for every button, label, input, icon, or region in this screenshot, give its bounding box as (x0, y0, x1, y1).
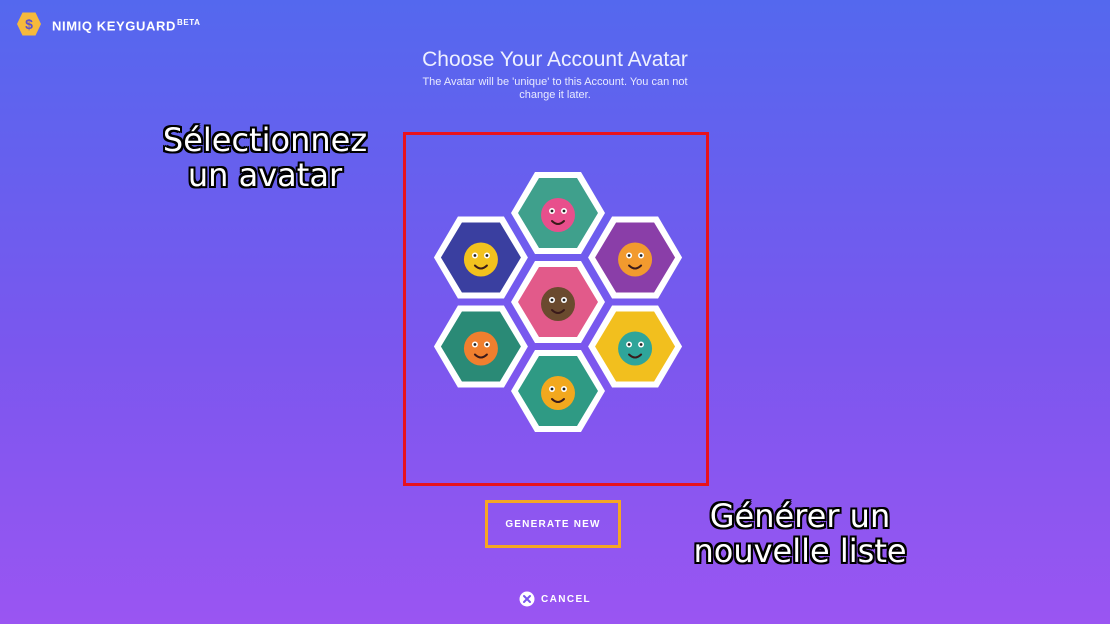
avatar-character (618, 331, 653, 366)
svg-text:$: $ (25, 16, 33, 32)
avatar-character (463, 331, 498, 366)
close-circle-icon (519, 591, 535, 607)
avatar-character (463, 242, 498, 277)
page-title: Choose Your Account Avatar (422, 48, 688, 71)
cancel-button[interactable]: CANCEL (519, 591, 591, 607)
avatar-character (541, 287, 575, 321)
avatar-character (618, 242, 653, 277)
avatar-character (541, 376, 575, 410)
brand-name: NIMIQ KEYGUARDBETA (52, 17, 201, 34)
avatar-option-tennis-orange[interactable] (433, 305, 528, 388)
avatar-option-skater-kiwi[interactable] (511, 261, 605, 343)
brand: $ NIMIQ KEYGUARDBETA (16, 11, 201, 37)
annotation-generate-new: Générer un nouvelle liste (693, 497, 907, 570)
annotation-select-avatar: Sélectionnez un avatar (162, 121, 368, 194)
avatar-character (541, 198, 575, 232)
avatar-option-dumbbell-orange[interactable] (511, 350, 605, 432)
avatar-option-winged-orange-right[interactable] (588, 216, 683, 299)
avatar-option-chef-teapot[interactable] (511, 172, 605, 254)
generate-new-highlight: GENERATE NEW (485, 500, 621, 548)
avatar-selection-highlight (403, 132, 709, 486)
avatar-grid (433, 172, 683, 432)
cancel-label: CANCEL (541, 593, 592, 605)
nimiq-logo-icon: $ (17, 12, 41, 36)
generate-new-button[interactable]: GENERATE NEW (488, 503, 618, 545)
beta-badge: BETA (176, 17, 201, 27)
page-subtitle: The Avatar will be 'unique' to this Acco… (422, 76, 688, 101)
avatar-option-winged-orange-left[interactable] (433, 216, 528, 299)
avatar-option-water-drop[interactable] (588, 305, 683, 388)
